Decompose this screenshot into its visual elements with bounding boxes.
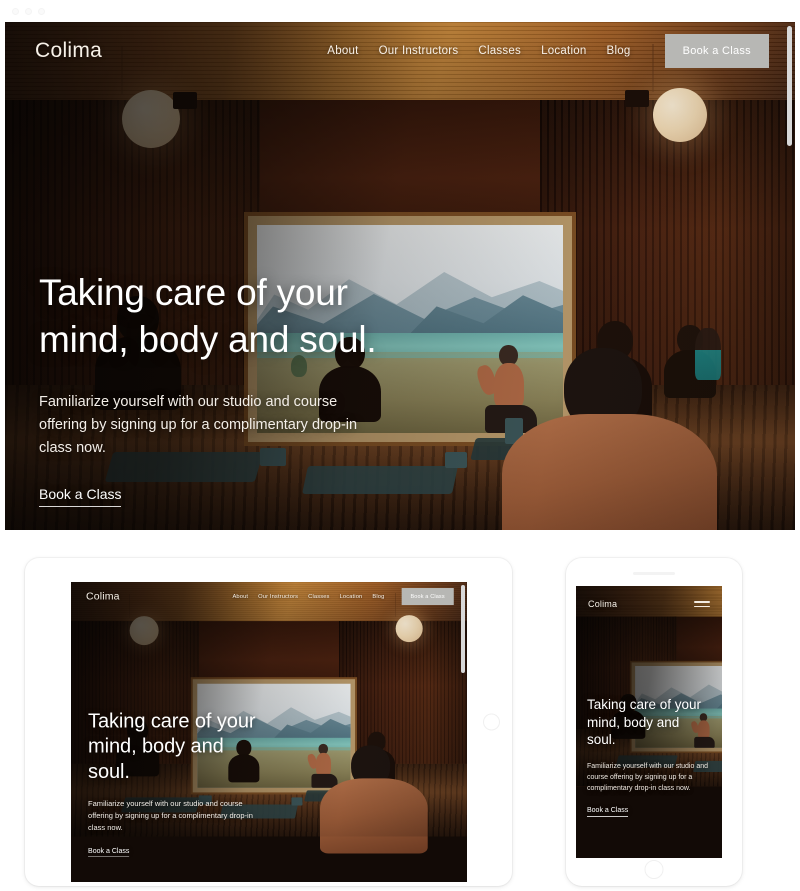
phone-hero-title: Taking care of your mind, body and soul.: [587, 697, 702, 748]
hero-copy: Taking care of your mind, body and soul.…: [39, 270, 459, 507]
phone-screen: Colima Taking care of your mind, body an…: [576, 586, 722, 858]
tablet-rendered-page: Colima About Our Instructors Classes Loc…: [71, 582, 467, 858]
hero-title: Taking care of your mind, body and soul.: [39, 270, 459, 363]
tablet-nav-link-our-instructors[interactable]: Our Instructors: [258, 594, 298, 600]
minimize-icon[interactable]: [25, 7, 32, 15]
browser-chrome: [0, 0, 800, 22]
tablet-book-a-class-button[interactable]: Book a Class: [401, 588, 454, 606]
site-logo[interactable]: Colima: [35, 39, 102, 63]
tablet-scrollbar[interactable]: [461, 585, 465, 673]
nav-link-our-instructors[interactable]: Our Instructors: [379, 45, 459, 57]
hero-subtitle: Familiarize yourself with our studio and…: [39, 394, 358, 457]
tablet-site-logo[interactable]: Colima: [86, 591, 120, 603]
nav-link-about[interactable]: About: [327, 45, 358, 57]
desktop-preview-viewport: Colima About Our Instructors Classes Loc…: [5, 22, 795, 530]
tablet-screen: Colima About Our Instructors Classes Loc…: [71, 582, 467, 882]
phone-speaker-icon: [633, 572, 675, 575]
hero-title-line-1: Taking care of your: [39, 272, 348, 313]
phone-hero-cta-link[interactable]: Book a Class: [587, 807, 629, 817]
tablet-hero-title: Taking care of your mind, body and soul.: [88, 709, 256, 783]
nav-links: About Our Instructors Classes Location B…: [327, 34, 769, 68]
phone-home-button-icon: [644, 860, 664, 879]
tablet-home-button-icon: [483, 713, 500, 731]
tablet-hero-copy: Taking care of your mind, body and soul.…: [88, 708, 303, 858]
tablet-nav-link-about[interactable]: About: [232, 594, 248, 600]
tablet-preview-frame[interactable]: Colima About Our Instructors Classes Loc…: [25, 558, 512, 886]
tablet-nav-link-classes[interactable]: Classes: [308, 594, 329, 600]
phone-preview-frame[interactable]: Colima Taking care of your mind, body an…: [566, 558, 742, 886]
book-a-class-button[interactable]: Book a Class: [664, 34, 769, 68]
tablet-hero-cta-link[interactable]: Book a Class: [88, 847, 130, 858]
nav-link-location[interactable]: Location: [541, 45, 586, 57]
tablet-nav-link-location[interactable]: Location: [340, 594, 363, 600]
device-previews: Colima About Our Instructors Classes Loc…: [0, 552, 800, 891]
phone-hero-subtitle: Familiarize yourself with our studio and…: [587, 762, 708, 793]
nav-link-classes[interactable]: Classes: [478, 45, 521, 57]
nav-link-blog[interactable]: Blog: [607, 45, 631, 57]
site-navbar: Colima About Our Instructors Classes Loc…: [5, 22, 795, 80]
hero-cta-link[interactable]: Book a Class: [39, 486, 122, 507]
tablet-nav-link-blog[interactable]: Blog: [372, 594, 384, 600]
phone-hero-copy: Taking care of your mind, body and soul.…: [587, 696, 711, 817]
tablet-navbar: Colima About Our Instructors Classes Loc…: [71, 582, 467, 611]
viewport-scrollbar[interactable]: [787, 26, 792, 146]
hero-title-line-2: mind, body and soul.: [39, 318, 377, 360]
tablet-hero-subtitle: Familiarize yourself with our studio and…: [88, 799, 253, 832]
maximize-icon[interactable]: [38, 7, 45, 15]
hamburger-icon[interactable]: [694, 601, 710, 607]
phone-navbar: Colima: [576, 586, 722, 622]
phone-site-logo[interactable]: Colima: [588, 599, 617, 609]
close-icon[interactable]: [12, 7, 19, 15]
